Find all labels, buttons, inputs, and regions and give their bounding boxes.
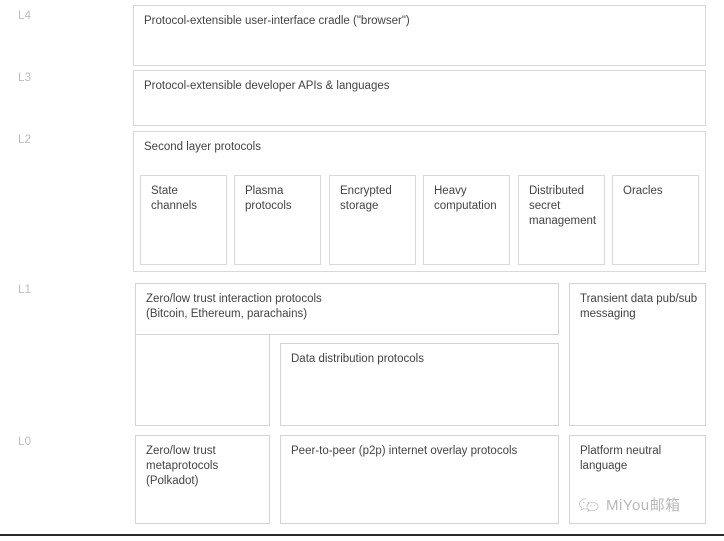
- wechat-icon: [579, 497, 599, 512]
- bottom-divider: [0, 534, 724, 536]
- l0-p2p-internet-overlay-protocols-box[interactable]: Peer-to-peer (p2p) internet overlay prot…: [280, 435, 559, 524]
- l1-transient-data-pubsub-messaging-label: Transient data pub/sub messaging: [580, 293, 698, 320]
- l1-data-distribution-protocols-box[interactable]: Data distribution protocols: [280, 343, 559, 426]
- layer-label-l4: L4: [18, 10, 32, 22]
- l0-zero-low-trust-metaprotocols-label: Zero/low trust metaprotocols (Polkadot): [146, 445, 219, 487]
- l2-plasma-protocols-box[interactable]: Plasma protocols: [234, 175, 321, 265]
- l1-zero-low-trust-column-extension[interactable]: [135, 334, 270, 426]
- l2-state-channels-label: State channels: [151, 185, 198, 212]
- l2-oracles-box[interactable]: Oracles: [612, 175, 699, 265]
- l2-encrypted-storage-label: Encrypted storage: [340, 185, 392, 212]
- l1-zero-low-trust-interaction-protocols-box[interactable]: Zero/low trust interaction protocols (Bi…: [135, 283, 559, 335]
- diagram-canvas: L4 L3 L2 L1 L0 Protocol-extensible user-…: [0, 0, 724, 541]
- l1-zero-low-trust-interaction-protocols-label: Zero/low trust interaction protocols (Bi…: [146, 293, 322, 320]
- watermark-text: MiYou邮箱: [606, 497, 681, 514]
- l2-state-channels-box[interactable]: State channels: [140, 175, 227, 265]
- watermark: MiYou邮箱: [578, 494, 681, 515]
- l1-transient-data-pubsub-messaging-box[interactable]: Transient data pub/sub messaging: [569, 283, 706, 426]
- layer-label-l0: L0: [18, 436, 32, 448]
- l0-zero-low-trust-metaprotocols-box[interactable]: Zero/low trust metaprotocols (Polkadot): [135, 435, 270, 524]
- l2-second-layer-protocols-label: Second layer protocols: [144, 141, 261, 153]
- l2-distributed-secret-management-label: Distributed secret management: [529, 185, 597, 227]
- l0-platform-neutral-language-label: Platform neutral language: [580, 445, 662, 472]
- l1-data-distribution-protocols-label: Data distribution protocols: [291, 353, 424, 365]
- l0-p2p-internet-overlay-protocols-label: Peer-to-peer (p2p) internet overlay prot…: [291, 445, 518, 457]
- l2-plasma-protocols-label: Plasma protocols: [245, 185, 292, 212]
- layer-label-l2: L2: [18, 134, 32, 146]
- l3-developer-apis-box[interactable]: Protocol-extensible developer APIs & lan…: [133, 70, 706, 126]
- layer-label-l3: L3: [18, 72, 32, 84]
- l2-distributed-secret-management-box[interactable]: Distributed secret management: [518, 175, 605, 265]
- l3-developer-apis-label: Protocol-extensible developer APIs & lan…: [144, 80, 390, 92]
- l4-browser-cradle-box[interactable]: Protocol-extensible user-interface cradl…: [133, 5, 706, 66]
- layer-label-l1: L1: [18, 284, 32, 296]
- l2-oracles-label: Oracles: [623, 185, 663, 197]
- l4-browser-cradle-label: Protocol-extensible user-interface cradl…: [144, 15, 410, 27]
- l2-encrypted-storage-box[interactable]: Encrypted storage: [329, 175, 416, 265]
- l2-heavy-computation-box[interactable]: Heavy computation: [423, 175, 510, 265]
- l2-heavy-computation-label: Heavy computation: [434, 185, 497, 212]
